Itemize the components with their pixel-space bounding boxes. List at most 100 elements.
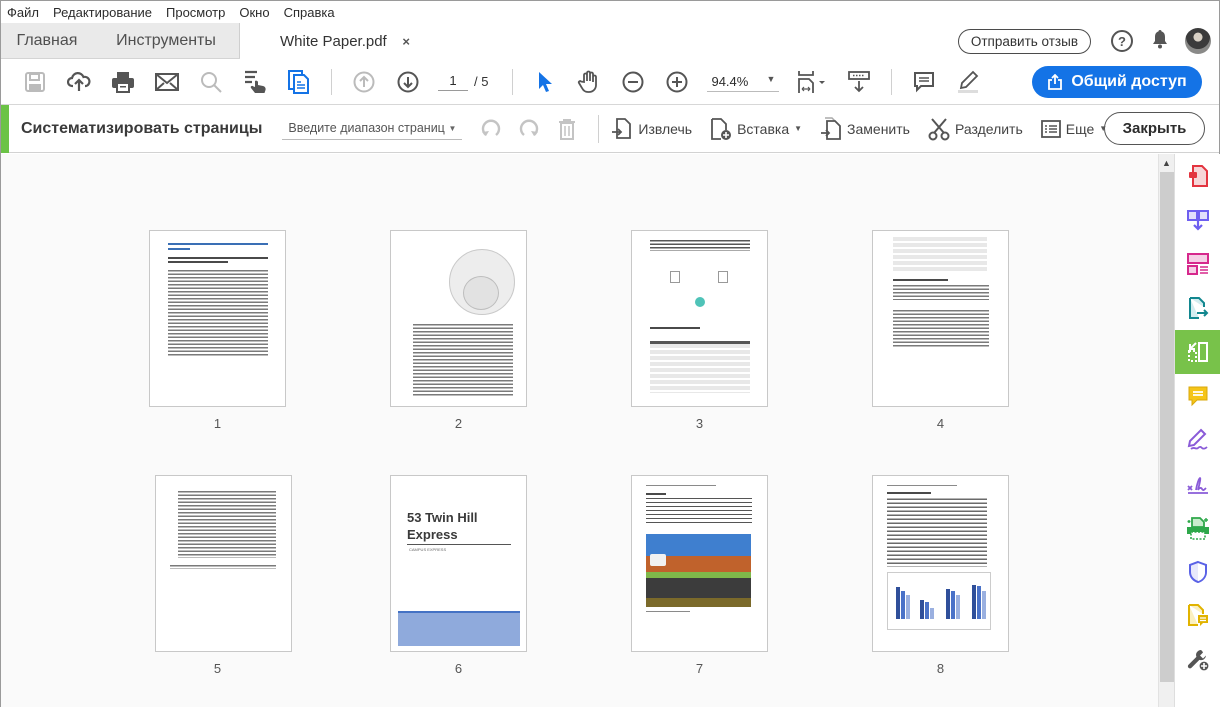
tab-tools[interactable]: Инструменты: [93, 23, 240, 58]
page-thumbnail-5[interactable]: [155, 475, 292, 652]
organize-pages-bar: Систематизировать страницы Введите диапа…: [1, 104, 1219, 153]
menu-window[interactable]: Окно: [239, 5, 269, 20]
page-number-input[interactable]: 1: [438, 73, 468, 91]
page-thumbnail-2[interactable]: [390, 230, 527, 407]
save-icon[interactable]: [13, 62, 57, 102]
menu-view[interactable]: Просмотр: [166, 5, 225, 20]
page-range-dropdown[interactable]: Введите диапазон страниц ▼: [282, 117, 463, 140]
create-pdf-icon[interactable]: [1175, 154, 1220, 198]
contents-heading: [646, 493, 666, 495]
cover-title: 53 Twin Hill Express: [407, 510, 478, 542]
page-thumbnail-1[interactable]: [149, 230, 286, 407]
request-signature-icon[interactable]: [1175, 462, 1220, 506]
print-production-icon[interactable]: [1175, 506, 1220, 550]
page-thumbnail-8[interactable]: [872, 475, 1009, 652]
organize-pages-icon[interactable]: [1175, 330, 1220, 374]
page-thumbnail-4[interactable]: [872, 230, 1009, 407]
next-page-icon[interactable]: [386, 62, 430, 102]
toolbar-separator: [891, 68, 893, 95]
help-icon[interactable]: ?: [1111, 30, 1133, 52]
page-number-label: 5: [213, 661, 222, 676]
page-thumbnail-3[interactable]: [631, 230, 768, 407]
page-number-label: 3: [695, 416, 704, 431]
organize-title: Систематизировать страницы: [21, 119, 263, 137]
cover-footer-band: [398, 611, 520, 646]
page-thumbnail-7[interactable]: [631, 475, 768, 652]
scroll-up-icon[interactable]: ▲: [1159, 154, 1174, 172]
send-for-comments-icon[interactable]: [1175, 594, 1220, 638]
menu-help[interactable]: Справка: [284, 5, 335, 20]
right-tools-panel: [1174, 154, 1220, 707]
extract-label: Извлечь: [638, 120, 693, 137]
insert-label: Вставка: [737, 120, 790, 137]
chart-bar: [946, 589, 950, 619]
protect-shield-icon[interactable]: [1175, 550, 1220, 594]
text-block: [170, 564, 276, 569]
text-block: [887, 497, 987, 567]
more-button[interactable]: Еще ▼: [1040, 119, 1107, 139]
caption-line: [646, 611, 690, 612]
text-block: [650, 239, 750, 251]
combine-files-icon[interactable]: [1175, 198, 1220, 242]
select-cursor-icon[interactable]: [523, 62, 567, 102]
touch-read-icon[interactable]: [233, 62, 277, 102]
chart-bar: [896, 587, 900, 619]
zoom-in-icon[interactable]: [655, 62, 699, 102]
chart-bar: [972, 585, 976, 619]
split-button[interactable]: Разделить: [928, 117, 1023, 141]
more-tools-wrench-icon[interactable]: [1175, 638, 1220, 682]
text-block: [178, 490, 276, 558]
tab-home[interactable]: Главная: [1, 23, 93, 58]
share-button[interactable]: Общий доступ: [1032, 66, 1202, 98]
cloud-upload-icon[interactable]: [57, 62, 101, 102]
page-title-line: [168, 248, 190, 250]
replace-button[interactable]: Заменить: [820, 116, 910, 141]
edit-pdf-icon[interactable]: [1175, 242, 1220, 286]
text-line: [168, 257, 268, 259]
page-thumbnail-6[interactable]: 53 Twin Hill Express CAMPUS EXPRESS: [390, 475, 527, 652]
share-label: Общий доступ: [1071, 73, 1187, 90]
highlight-icon[interactable]: [946, 62, 990, 102]
delete-trash-icon[interactable]: [548, 109, 586, 149]
print-icon[interactable]: [101, 62, 145, 102]
header-line: [646, 485, 716, 486]
main-toolbar: 1 / 5 94.4% ▼ Общий доступ: [1, 59, 1219, 105]
vertical-scrollbar[interactable]: ▲: [1158, 154, 1174, 707]
chart-bar: [930, 608, 934, 619]
zoom-level-dropdown[interactable]: 94.4% ▼: [707, 72, 780, 92]
page-number-label: 4: [936, 416, 945, 431]
menu-file[interactable]: Файл: [7, 5, 39, 20]
close-organize-button[interactable]: Закрыть: [1104, 112, 1205, 145]
rotate-left-icon[interactable]: [472, 109, 510, 149]
fill-sign-icon[interactable]: [1175, 418, 1220, 462]
table-block: [650, 341, 750, 393]
bus-shape: [650, 554, 666, 566]
close-tab-icon[interactable]: ×: [402, 34, 410, 49]
prev-page-icon[interactable]: [342, 62, 386, 102]
comment-icon[interactable]: [902, 62, 946, 102]
send-feedback-button[interactable]: Отправить отзыв: [957, 28, 1091, 54]
organize-doc-icon[interactable]: [277, 62, 321, 102]
notifications-bell-icon[interactable]: [1151, 29, 1169, 54]
chart-bar: [920, 600, 924, 619]
bus-photo: [646, 534, 751, 607]
comment-tool-icon[interactable]: [1175, 374, 1220, 418]
scrollbar-thumb[interactable]: [1160, 172, 1174, 682]
insert-button[interactable]: Вставка ▼: [710, 117, 802, 141]
hand-icon[interactable]: [567, 62, 611, 102]
text-line: [168, 261, 228, 263]
export-pdf-icon[interactable]: [1175, 286, 1220, 330]
cover-subtitle: CAMPUS EXPRESS: [409, 547, 447, 552]
user-avatar[interactable]: [1185, 28, 1211, 54]
search-icon[interactable]: [189, 62, 233, 102]
text-block: [893, 284, 989, 300]
email-icon[interactable]: [145, 62, 189, 102]
tab-document[interactable]: White Paper.pdf ×: [240, 23, 420, 60]
chart-bar: [925, 602, 929, 619]
scroll-mode-icon[interactable]: [837, 62, 881, 102]
rotate-right-icon[interactable]: [510, 109, 548, 149]
menu-edit[interactable]: Редактирование: [53, 5, 152, 20]
page-fit-icon[interactable]: [787, 62, 837, 102]
zoom-out-icon[interactable]: [611, 62, 655, 102]
extract-button[interactable]: Извлечь: [611, 117, 692, 141]
